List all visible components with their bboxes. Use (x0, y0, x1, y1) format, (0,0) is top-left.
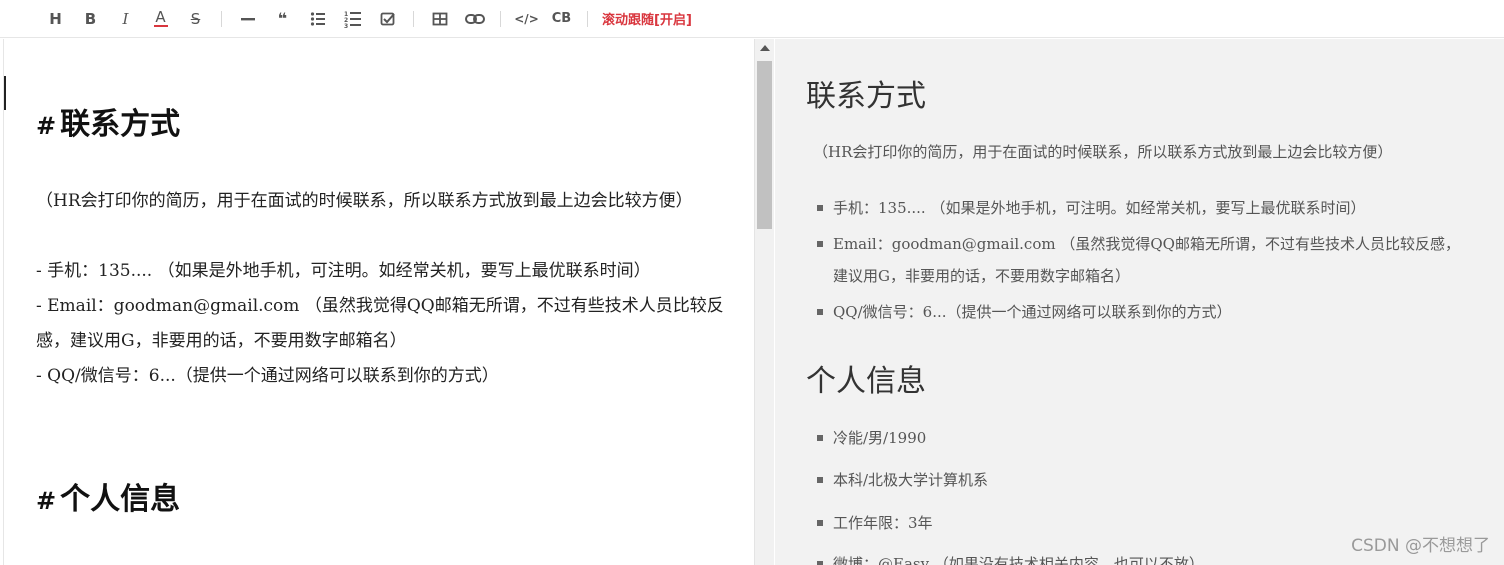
bullet-icon (817, 561, 823, 565)
bullet-icon (817, 435, 823, 441)
toolbar-divider (221, 10, 222, 27)
editor-heading-personal: # 个人信息 (36, 482, 181, 517)
task-list-button[interactable] (370, 0, 405, 38)
bullet-icon (817, 205, 823, 211)
horizontal-rule-icon (240, 17, 255, 20)
font-color-button[interactable]: A (143, 0, 178, 38)
text-cursor (4, 76, 6, 110)
editor-scrollbar[interactable] (754, 39, 774, 565)
preview-item-weibo: 微博：@Easy （如果没有技术相关内容，也可以不放） (833, 555, 1204, 565)
table-button[interactable] (422, 0, 457, 38)
scroll-up-arrow-icon[interactable] (760, 45, 770, 51)
italic-button[interactable]: I (108, 0, 143, 38)
preview-item-phone: 手机：135.... （如果是外地手机，可注明。如经常关机，要写上最优联系时间） (833, 199, 1366, 217)
preview-heading-contact: 联系方式 (806, 79, 926, 114)
bullet-icon (817, 309, 823, 315)
preview-paragraph: （HR会打印你的简历，用于在面试的时候联系，所以联系方式放到最上边会比较方便） (813, 143, 1393, 161)
csdn-watermark: CSDN @不想想了 (1351, 536, 1490, 556)
preview-item-qq: QQ/微信号：6...（提供一个通过网络可以联系到你的方式） (833, 303, 1232, 321)
code-icon: </> (514, 11, 539, 26)
bullet-icon (817, 477, 823, 483)
editor-paragraph: （HR会打印你的简历，用于在面试的时候联系，所以联系方式放到最上边会比较方便） (36, 191, 693, 211)
preview-item-years: 工作年限：3年 (833, 514, 933, 532)
ordered-list-icon: 1 2 3 (344, 11, 361, 28)
bullet-icon (817, 520, 823, 526)
code-block-button[interactable]: CB (544, 0, 579, 38)
blockquote-icon: ❝ (277, 9, 288, 28)
scroll-thumb[interactable] (757, 61, 772, 229)
font-color-icon: A (155, 7, 166, 26)
heading-button[interactable]: H (38, 0, 73, 38)
toolbar-divider (413, 10, 414, 27)
markdown-preview: 联系方式 （HR会打印你的简历，用于在面试的时候联系，所以联系方式放到最上边会比… (775, 39, 1504, 565)
editor-line-qq: - QQ/微信号：6...（提供一个通过网络可以联系到你的方式） (36, 366, 499, 386)
editor-toolbar: H B I A S ❝ 1 2 3 </> CB 滚动跟随[开启] (0, 0, 1504, 38)
unordered-list-button[interactable] (300, 0, 335, 38)
editor-line-phone: - 手机：135.... （如果是外地手机，可注明。如经常关机，要写上最优联系时… (36, 261, 651, 281)
task-list-icon (380, 12, 395, 25)
toolbar-divider (587, 10, 588, 27)
toolbar-divider (500, 10, 501, 27)
unordered-list-icon (310, 11, 325, 26)
editor-line-email: - Email：goodman@gmail.com （虽然我觉得QQ邮箱无所谓，… (36, 296, 724, 316)
preview-item-name: 冷能/男/1990 (833, 429, 927, 447)
svg-text:3: 3 (344, 23, 348, 28)
editor-line-email-cont: 感，建议用G，非要用的话，不要用数字邮箱名） (36, 331, 407, 351)
blockquote-button[interactable]: ❝ (265, 0, 300, 38)
bold-button[interactable]: B (73, 0, 108, 38)
preview-item-education: 本科/北极大学计算机系 (833, 471, 989, 489)
editor-heading-contact: # 联系方式 (36, 107, 181, 142)
strikethrough-button[interactable]: S (178, 0, 213, 38)
link-icon (464, 13, 485, 24)
strikethrough-icon: S (190, 9, 201, 28)
ordered-list-button[interactable]: 1 2 3 (335, 0, 370, 38)
markdown-editor[interactable]: # 联系方式 （HR会打印你的简历，用于在面试的时候联系，所以联系方式放到最上边会… (3, 39, 754, 565)
preview-item-email: Email：goodman@gmail.com （虽然我觉得QQ邮箱无所谓，不过… (833, 235, 1460, 253)
bullet-icon (817, 241, 823, 247)
code-button[interactable]: </> (509, 0, 544, 38)
preview-heading-personal: 个人信息 (806, 364, 926, 399)
preview-item-email-cont: 建议用G，非要用的话，不要用数字邮箱名） (833, 267, 1130, 285)
link-button[interactable] (457, 0, 492, 38)
table-icon (432, 12, 447, 25)
horizontal-rule-button[interactable] (230, 0, 265, 38)
scroll-follow-toggle[interactable]: 滚动跟随[开启] (602, 9, 692, 28)
code-block-icon: CB (551, 11, 572, 26)
